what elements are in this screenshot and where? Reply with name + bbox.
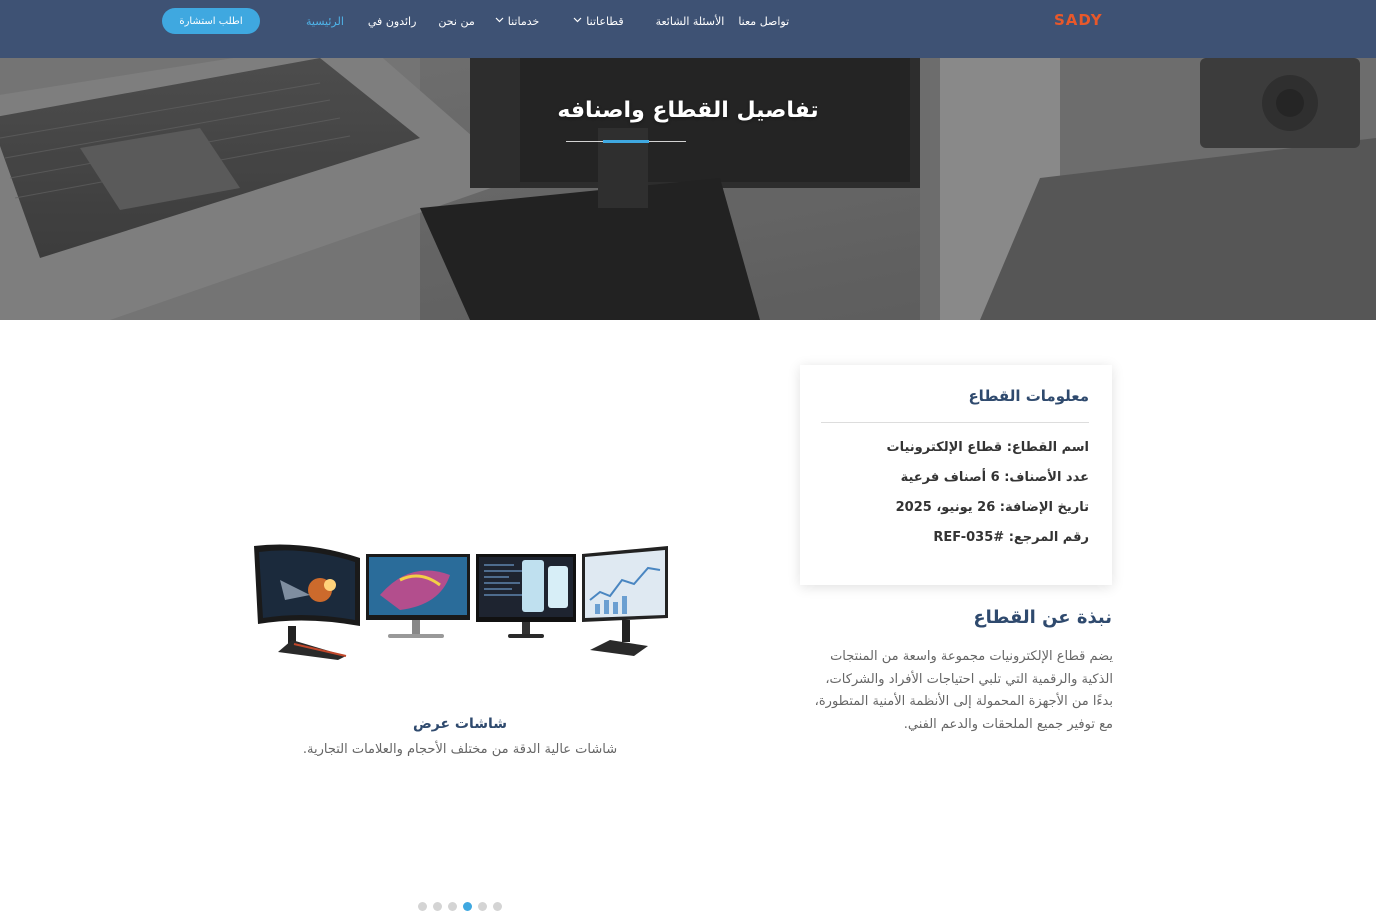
info-value: 26 يونيو، 2025: [895, 500, 996, 515]
main-nav-menu: الرئيسية رائدون في من نحن خدماتنا قطاعات…: [306, 13, 796, 29]
nav-item-label: قطاعاتنا: [586, 14, 624, 28]
info-label: رقم المرجع:: [1008, 530, 1089, 545]
nav-item-sectors[interactable]: قطاعاتنا: [573, 14, 624, 28]
chevron-down-icon: [495, 16, 504, 25]
request-consultation-button[interactable]: اطلب استشارة: [162, 8, 260, 34]
nav-item-label: الأسئلة الشائعة: [655, 14, 725, 28]
info-value: 6 أصناف فرعية: [900, 470, 1000, 485]
info-value: قطاع الإلكترونيات: [886, 440, 1003, 455]
info-row-category-count: عدد الأصناف: 6 أصناف فرعية: [901, 470, 1089, 485]
nav-item-contact[interactable]: تواصل معنا: [738, 15, 789, 28]
nav-item-label: الرئيسية: [306, 14, 344, 28]
top-navbar: SADY الرئيسية رائدون في من نحن خدماتنا ق…: [0, 0, 1376, 58]
chevron-down-icon: [573, 16, 582, 25]
about-sector-title: نبذة عن القطاع: [973, 607, 1112, 628]
info-value: REF-035#: [933, 530, 1005, 545]
page-title: تفاصيل القطاع واصنافه: [557, 98, 819, 123]
nav-item-pioneers[interactable]: رائدون في: [368, 15, 417, 28]
slider-dot[interactable]: [433, 902, 442, 911]
title-divider-accent: [603, 140, 649, 143]
info-label: تاريخ الإضافة:: [999, 500, 1089, 515]
nav-item-services[interactable]: خدماتنا: [495, 14, 540, 28]
info-card-divider: [821, 422, 1089, 423]
info-label: عدد الأصناف:: [1004, 470, 1089, 485]
slider-dot[interactable]: [448, 902, 457, 911]
info-row-reference: رقم المرجع: REF-035#: [933, 530, 1089, 545]
nav-item-label: تواصل معنا: [738, 14, 790, 28]
slider-dot-active[interactable]: [463, 902, 472, 911]
sector-info-card: معلومات القطاع اسم القطاع: قطاع الإلكترو…: [800, 365, 1112, 585]
slider-dot[interactable]: [493, 902, 502, 911]
nav-item-faq[interactable]: الأسئلة الشائعة: [656, 15, 725, 28]
info-row-date-added: تاريخ الإضافة: 26 يونيو، 2025: [896, 500, 1089, 515]
slider-pagination: [418, 902, 502, 912]
info-row-sector-name: اسم القطاع: قطاع الإلكترونيات: [887, 440, 1089, 455]
nav-item-about[interactable]: من نحن: [438, 15, 474, 28]
slider-dot[interactable]: [418, 902, 427, 911]
nav-item-label: خدماتنا: [507, 14, 540, 28]
monitors-product-image: [254, 544, 668, 660]
nav-item-label: رائدون في: [367, 14, 417, 28]
hero-banner: تفاصيل القطاع واصنافه: [0, 58, 1376, 320]
slide-title: شاشات عرض: [412, 716, 508, 732]
about-sector-text: يضم قطاع الإلكترونيات مجموعة واسعة من ال…: [814, 649, 1113, 732]
sady-logo[interactable]: SADY: [1054, 11, 1103, 29]
nav-item-label: من نحن: [438, 14, 475, 28]
nav-item-home[interactable]: الرئيسية: [306, 15, 344, 28]
info-card-title: معلومات القطاع: [968, 387, 1089, 405]
slide-description: شاشات عالية الدقة من مختلف الأحجام والعل…: [302, 742, 618, 757]
slider-dot[interactable]: [478, 902, 487, 911]
info-label: اسم القطاع:: [1006, 440, 1089, 455]
